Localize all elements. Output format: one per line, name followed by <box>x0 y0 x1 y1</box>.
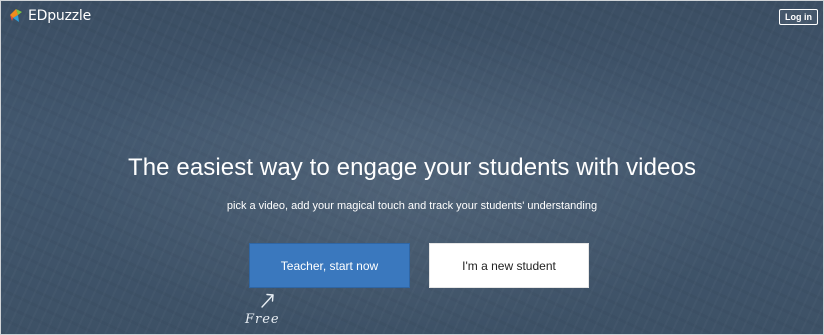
brand[interactable]: EDpuzzle <box>9 8 91 24</box>
free-note: Free <box>245 312 280 327</box>
teacher-start-label: Teacher, start now <box>280 258 379 273</box>
new-student-button[interactable]: I'm a new student <box>429 243 589 288</box>
edpuzzle-logo-icon <box>10 9 22 22</box>
new-student-label: I'm a new student <box>462 258 556 273</box>
arrow-up-right-icon <box>261 293 274 308</box>
login-button[interactable]: Log in <box>779 9 818 25</box>
page-subheadline: pick a video, add your magical touch and… <box>226 200 598 212</box>
landing-hero: EDpuzzle Log in The easiest way to engag… <box>0 0 824 335</box>
teacher-start-button[interactable]: Teacher, start now <box>249 243 410 288</box>
brand-name: EDpuzzle <box>28 8 91 24</box>
page-headline: The easiest way to engage your students … <box>127 154 697 181</box>
